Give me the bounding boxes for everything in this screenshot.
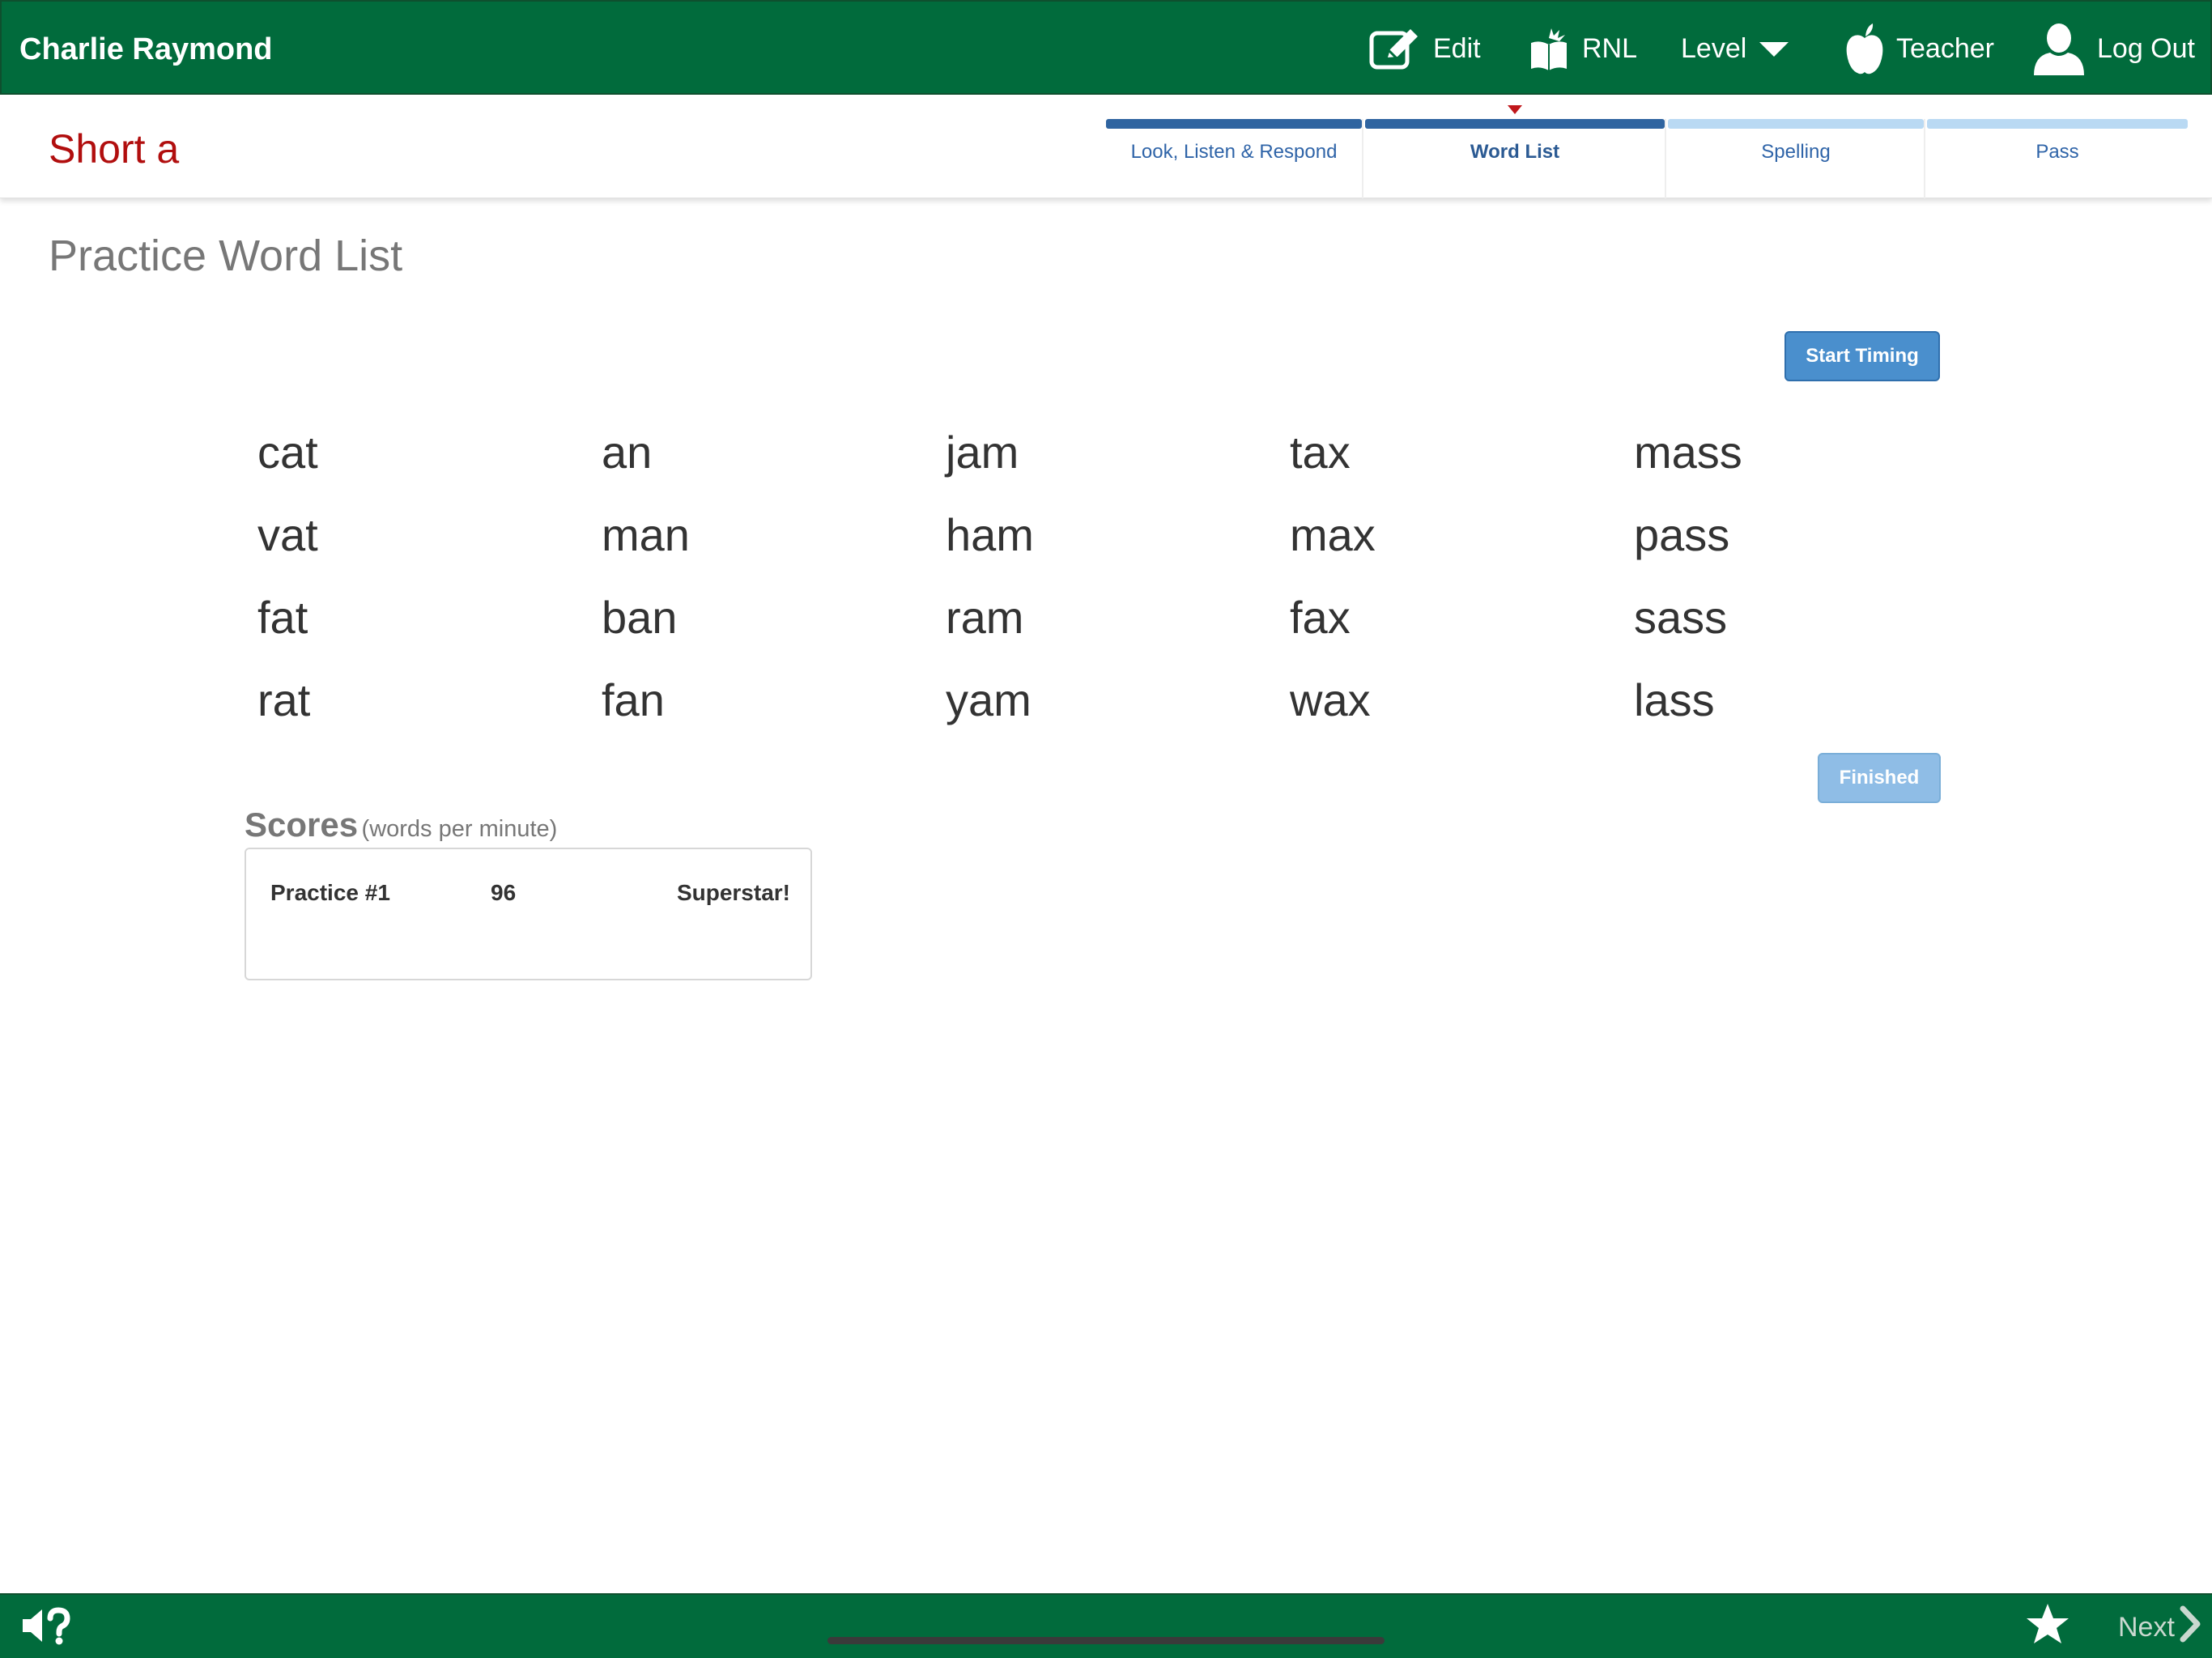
edit-label: Edit [1433, 33, 1481, 64]
star-button[interactable] [2024, 1601, 2071, 1652]
word-item[interactable]: man [602, 509, 946, 561]
word-row: cat an jam tax mass [257, 411, 1982, 494]
step-label: Spelling [1761, 141, 1831, 163]
chevron-right-icon [2180, 1605, 2202, 1650]
word-row: vat man ham max pass [257, 494, 1982, 576]
edit-button[interactable]: Edit [1368, 18, 1481, 79]
logout-label: Log Out [2097, 33, 2195, 64]
current-step-marker-icon [1508, 105, 1522, 114]
word-item[interactable]: jam [946, 427, 1290, 478]
word-item[interactable]: fat [257, 592, 602, 644]
scores-heading: Scores (words per minute) [245, 805, 557, 849]
step-pass[interactable]: Pass [1927, 119, 2188, 198]
lesson-title: Short a [49, 126, 180, 172]
next-label: Next [2118, 1611, 2175, 1643]
step-word-list[interactable]: Word List [1365, 105, 1666, 198]
score-name: Practice #1 [270, 880, 390, 905]
teacher-button[interactable]: Teacher [1844, 18, 1994, 79]
apple-icon [1844, 22, 1885, 75]
step-label: Look, Listen & Respond [1130, 141, 1338, 163]
word-item[interactable]: an [602, 427, 946, 478]
next-button[interactable]: Next [2118, 1603, 2202, 1652]
bottom-bar: Next [0, 1593, 2212, 1658]
rnl-button[interactable]: RNL [1527, 18, 1637, 79]
book-icon [1527, 25, 1571, 72]
word-item[interactable]: fan [602, 674, 946, 726]
level-dropdown[interactable]: Level [1681, 18, 1790, 79]
page-title: Practice Word List [49, 232, 403, 280]
start-timing-button[interactable]: Start Timing [1784, 331, 1940, 381]
step-label: Pass [2035, 141, 2079, 163]
chevron-down-icon [1758, 39, 1790, 58]
top-bar: Charlie Raymond Edit RNL Level Teacher L… [0, 0, 2212, 95]
word-row: rat fan yam wax lass [257, 659, 1982, 742]
step-look-listen-respond[interactable]: Look, Listen & Respond [1106, 119, 1363, 198]
word-item[interactable]: ram [946, 592, 1290, 644]
word-item[interactable]: fax [1290, 592, 1634, 644]
word-item[interactable]: yam [946, 674, 1290, 726]
speaker-question-icon [21, 1605, 73, 1650]
rnl-label: RNL [1582, 33, 1638, 64]
word-item[interactable]: cat [257, 427, 602, 478]
step-progress-bar [1106, 119, 1362, 129]
word-item[interactable]: sass [1634, 592, 1978, 644]
star-icon [2024, 1604, 2071, 1652]
word-item[interactable]: ban [602, 592, 946, 644]
teacher-label: Teacher [1896, 33, 1994, 64]
lesson-header: Short a Look, Listen & Respond Word List… [0, 95, 2212, 198]
level-label: Level [1681, 33, 1747, 64]
home-indicator[interactable] [827, 1637, 1385, 1644]
word-item[interactable]: tax [1290, 427, 1634, 478]
word-item[interactable]: pass [1634, 509, 1978, 561]
word-item[interactable]: mass [1634, 427, 1978, 478]
score-row: Practice #1 96 Superstar! [270, 878, 790, 911]
edit-icon [1368, 25, 1422, 72]
user-name: Charlie Raymond [19, 32, 273, 66]
scores-unit: (words per minute) [361, 816, 558, 842]
word-item[interactable]: lass [1634, 674, 1978, 726]
step-progress-bar [1668, 119, 1924, 129]
score-value: 96 [491, 880, 517, 905]
scores-panel: Practice #1 96 Superstar! [245, 848, 812, 980]
finished-button[interactable]: Finished [1818, 753, 1941, 803]
scores-title: Scores [245, 806, 359, 844]
logout-button[interactable]: Log Out [2032, 18, 2195, 79]
word-item[interactable]: vat [257, 509, 602, 561]
word-item[interactable]: ham [946, 509, 1290, 561]
user-icon [2032, 22, 2086, 75]
word-item[interactable]: rat [257, 674, 602, 726]
word-item[interactable]: max [1290, 509, 1634, 561]
step-progress-bar [1927, 119, 2188, 129]
audio-help-button[interactable] [21, 1603, 73, 1652]
word-list-grid: cat an jam tax mass vat man ham max pass… [257, 411, 1982, 742]
score-badge: Superstar! [676, 880, 790, 905]
step-progress-bar [1365, 119, 1665, 129]
word-item[interactable]: wax [1290, 674, 1634, 726]
step-label: Word List [1470, 141, 1560, 163]
step-spelling[interactable]: Spelling [1668, 119, 1925, 198]
word-row: fat ban ram fax sass [257, 576, 1982, 659]
